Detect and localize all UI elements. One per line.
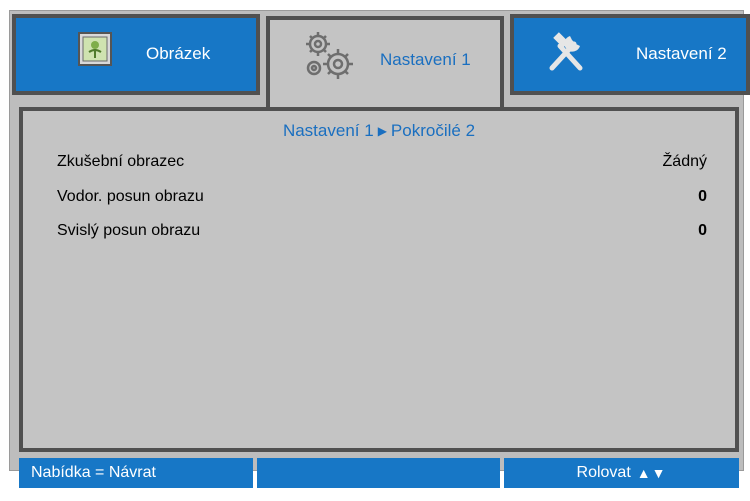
- picture-icon: [78, 32, 112, 71]
- tab-obrazek[interactable]: Obrázek: [12, 14, 260, 95]
- setting-value: 0: [698, 222, 707, 239]
- breadcrumb-current: Pokročilé 2: [390, 121, 476, 140]
- setting-label: Svislý posun obrazu: [57, 222, 201, 239]
- tab-nastaveni-2-label: Nastavení 2: [636, 44, 727, 63]
- tab-obrazek-label: Obrázek: [146, 44, 211, 63]
- footer-middle: [257, 458, 500, 488]
- setting-value: Žádný: [662, 153, 707, 170]
- up-down-arrows-icon: ▲▼: [636, 465, 667, 481]
- setting-row-v-image-shift[interactable]: Svislý posun obrazu 0: [57, 222, 707, 246]
- breadcrumb-arrow-icon: ▶: [377, 124, 387, 138]
- settings-panel: Nastavení 1 ▶ Pokročilé 2 Zkušební obrazec…: [19, 107, 739, 452]
- breadcrumb: Nastavení 1 ▶ Pokročilé 2: [23, 121, 735, 141]
- back-hint-label: Nabídka = Návrat: [31, 464, 156, 481]
- setting-row-test-pattern[interactable]: Zkušební obrazec Žádný: [57, 153, 707, 177]
- tab-nastaveni-1-label: Nastavení 1: [380, 50, 471, 69]
- scroll-hint: Rolovat ▲▼: [504, 458, 739, 488]
- tab-nastaveni-1[interactable]: Nastavení 1: [266, 16, 504, 108]
- gears-icon: [300, 28, 360, 87]
- scroll-hint-label: Rolovat: [576, 464, 631, 481]
- breadcrumb-parent: Nastavení 1: [282, 121, 374, 140]
- tools-icon: [544, 30, 590, 79]
- setting-row-h-image-shift[interactable]: Vodor. posun obrazu 0: [57, 188, 707, 212]
- footer-bar: Nabídka = Návrat Rolovat ▲▼: [19, 458, 739, 488]
- setting-label: Vodor. posun obrazu: [57, 188, 204, 205]
- back-hint: Nabídka = Návrat: [19, 458, 253, 488]
- tab-nastaveni-2[interactable]: Nastavení 2: [510, 14, 750, 95]
- setting-label: Zkušební obrazec: [57, 153, 185, 170]
- setting-value: 0: [698, 188, 707, 205]
